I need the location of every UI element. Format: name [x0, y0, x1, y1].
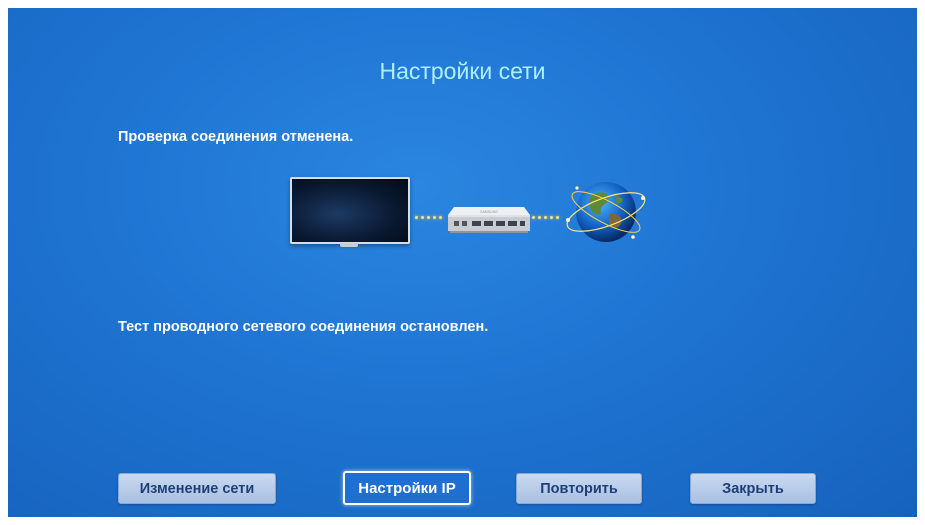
router-icon: SAMSUNG — [448, 207, 530, 233]
change-network-button[interactable]: Изменение сети — [118, 473, 276, 504]
tv-stand — [340, 243, 358, 247]
page-title: Настройки сети — [379, 58, 546, 84]
link-dot — [439, 216, 442, 219]
link-router-internet — [532, 216, 559, 219]
link-dot — [415, 216, 418, 219]
retry-button[interactable]: Повторить — [516, 473, 642, 504]
tv-screen — [292, 179, 408, 242]
link-dot — [532, 216, 535, 219]
link-dot — [433, 216, 436, 219]
network-settings-screen: Настройки сети Проверка соединения отмен… — [8, 8, 917, 517]
tv-icon — [290, 177, 410, 244]
link-dot — [538, 216, 541, 219]
link-dot — [421, 216, 424, 219]
ip-settings-button[interactable]: Настройки IP — [343, 471, 471, 505]
link-dot — [550, 216, 553, 219]
link-dot — [556, 216, 559, 219]
wired-test-status: Тест проводного сетевого соединения оста… — [118, 319, 489, 335]
link-dot — [544, 216, 547, 219]
router-brand-label: SAMSUNG — [480, 210, 498, 214]
globe-icon — [566, 182, 646, 242]
connection-check-status: Проверка соединения отменена. — [118, 129, 354, 145]
close-button[interactable]: Закрыть — [690, 473, 816, 504]
link-tv-router — [415, 216, 442, 219]
link-dot — [427, 216, 430, 219]
